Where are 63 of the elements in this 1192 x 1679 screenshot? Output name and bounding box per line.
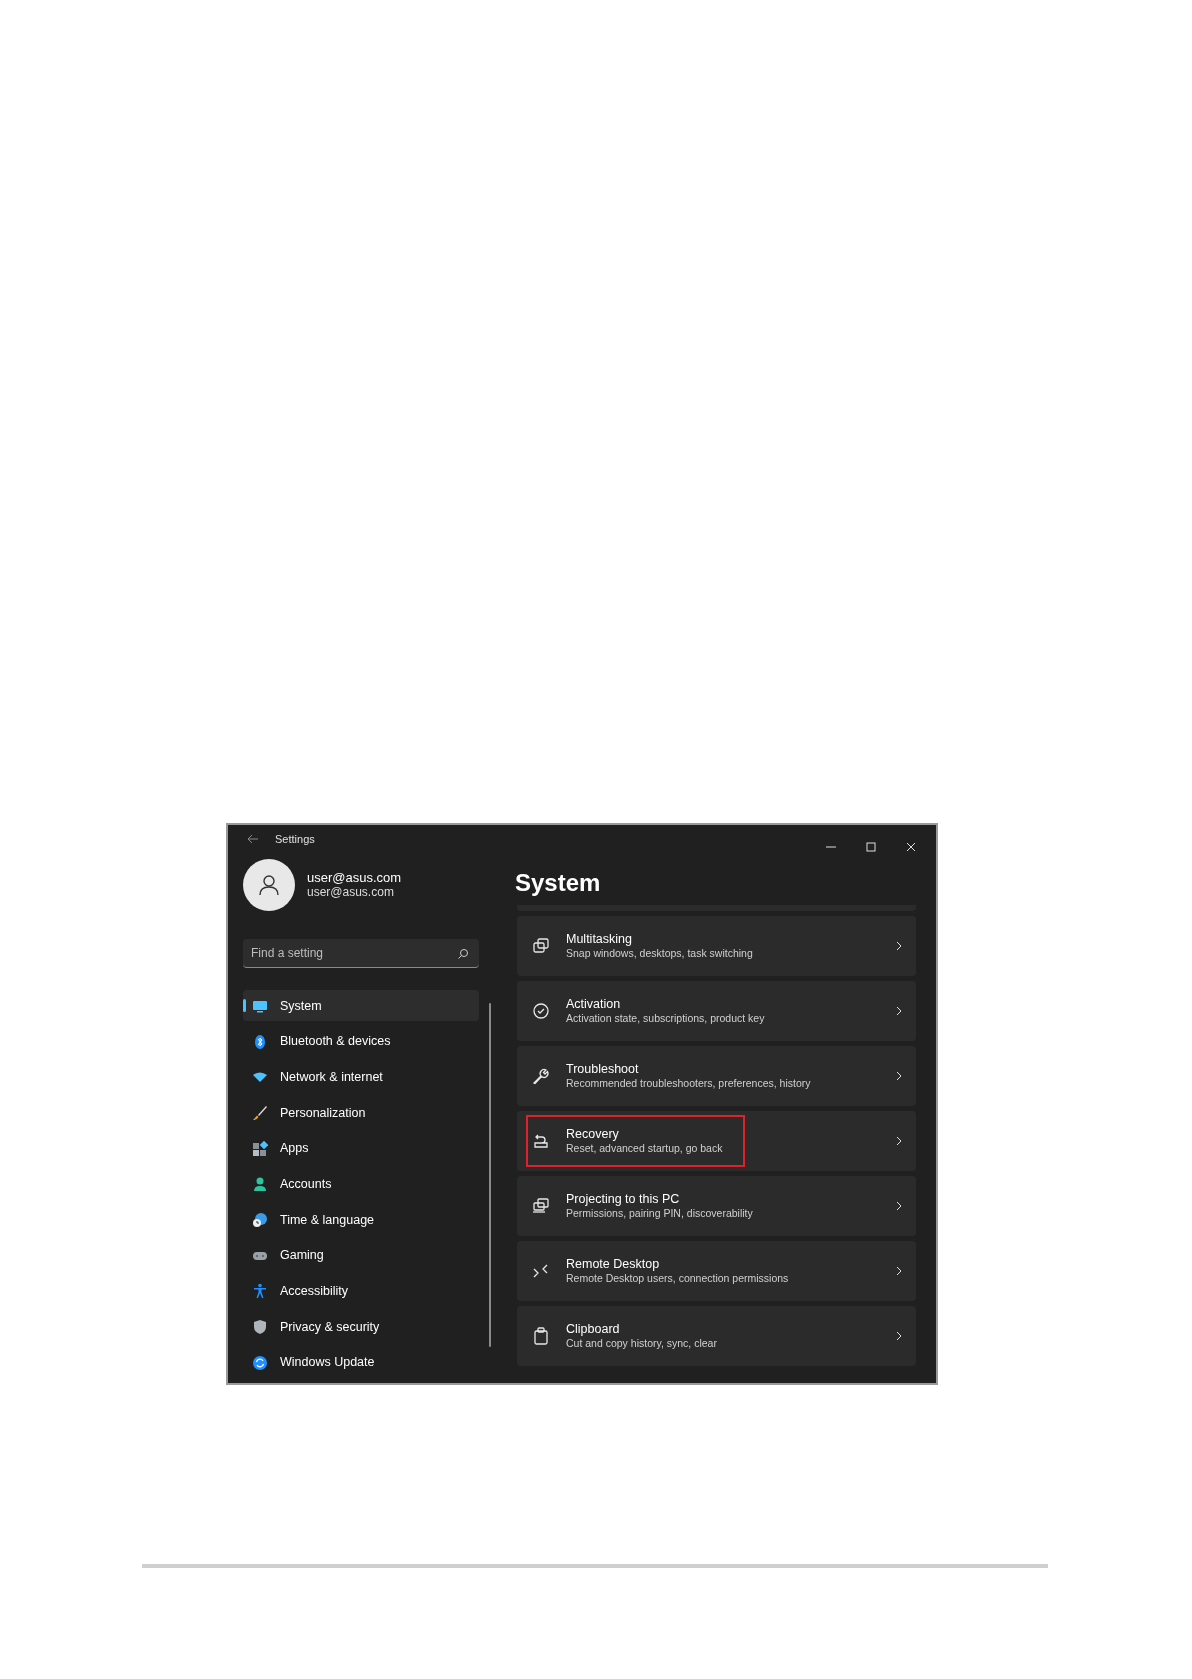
chevron-right-icon[interactable] bbox=[896, 1201, 902, 1211]
settings-card[interactable]: Remote Desktop Remote Desktop users, connection permissions bbox=[517, 1241, 916, 1301]
update-icon bbox=[252, 1354, 268, 1371]
card-title: Multitasking bbox=[566, 932, 633, 946]
card-title: Recovery bbox=[566, 1127, 620, 1141]
selection-indicator bbox=[243, 999, 246, 1013]
card-subtitle: Cut and copy history, sync, clear bbox=[566, 1336, 718, 1350]
settings-card[interactable]: Activation Activation state, subscriptions, product key bbox=[517, 981, 916, 1041]
card-subtitle: Activation state, subscriptions, product key bbox=[566, 1011, 766, 1025]
wrench-icon bbox=[531, 1066, 551, 1086]
search-field[interactable]: Find a setting bbox=[243, 939, 479, 969]
card-subtitle: Snap windows, desktops, task switching bbox=[566, 946, 754, 960]
card-subtitle: Reset, advanced startup, go back bbox=[566, 1141, 724, 1155]
nav-item[interactable]: Network & internet bbox=[243, 1061, 479, 1093]
avatar-icon bbox=[243, 859, 295, 912]
card-title: Clipboard bbox=[566, 1322, 621, 1336]
card-subtitle: Remote Desktop users, connection permissions bbox=[566, 1271, 790, 1285]
search-icon[interactable] bbox=[457, 948, 469, 961]
chevron-right-icon[interactable] bbox=[896, 1006, 902, 1016]
chevron-right-icon[interactable] bbox=[896, 941, 902, 951]
nav-item[interactable]: Privacy & security bbox=[243, 1311, 479, 1343]
nav-item[interactable]: Windows Update bbox=[243, 1347, 479, 1379]
chevron-right-icon[interactable] bbox=[896, 1266, 902, 1276]
nav-item[interactable]: Personalization bbox=[243, 1097, 479, 1129]
maximize-icon[interactable] bbox=[866, 842, 876, 852]
chevron-right-icon[interactable] bbox=[896, 1331, 902, 1341]
card-subtitle: Permissions, pairing PIN, discoverability bbox=[566, 1206, 754, 1220]
card-title: Activation bbox=[566, 997, 622, 1011]
chevron-right-icon[interactable] bbox=[896, 1136, 902, 1146]
nav-item[interactable]: Apps bbox=[243, 1133, 479, 1165]
shield-icon bbox=[252, 1319, 268, 1336]
nav-item[interactable]: System bbox=[243, 990, 479, 1022]
nav-item[interactable]: Bluetooth & devices bbox=[243, 1026, 479, 1058]
accessibility-icon bbox=[252, 1283, 268, 1300]
card-title: Remote Desktop bbox=[566, 1257, 661, 1271]
clipboard-icon bbox=[531, 1326, 551, 1346]
brush-icon bbox=[252, 1105, 268, 1121]
card-title: Projecting to this PC bbox=[566, 1192, 681, 1206]
nav-item[interactable]: Accessibility bbox=[243, 1275, 479, 1307]
window-title: Settings bbox=[275, 831, 315, 847]
nav-item[interactable]: Gaming bbox=[243, 1240, 479, 1272]
windows-icon bbox=[531, 936, 551, 956]
apps-icon bbox=[252, 1140, 268, 1157]
back-arrow-icon[interactable] bbox=[247, 834, 259, 845]
nav-item[interactable]: Time & language bbox=[243, 1204, 479, 1236]
close-icon[interactable] bbox=[906, 842, 916, 852]
account-name: user@asus.com bbox=[307, 871, 402, 886]
settings-card[interactable]: Clipboard Cut and copy history, sync, clear bbox=[517, 1306, 916, 1366]
card-title: Troubleshoot bbox=[566, 1062, 640, 1076]
account-email: user@asus.com bbox=[307, 885, 395, 900]
person-icon bbox=[252, 1176, 268, 1193]
projector-icon bbox=[531, 1196, 551, 1216]
check-circle-icon bbox=[531, 1001, 551, 1021]
card-subtitle: Recommended troubleshooters, preferences, history bbox=[566, 1076, 812, 1090]
globe-clock-icon bbox=[252, 1212, 268, 1229]
settings-card[interactable]: Troubleshoot Recommended troubleshooters, preferences, history bbox=[517, 1046, 916, 1106]
page-title: System bbox=[515, 869, 602, 897]
nav-item[interactable]: Accounts bbox=[243, 1168, 479, 1200]
bluetooth-icon bbox=[252, 1033, 268, 1050]
settings-card[interactable]: Recovery Reset, advanced startup, go back bbox=[517, 1111, 916, 1171]
chevron-right-icon[interactable] bbox=[896, 1071, 902, 1081]
settings-card[interactable]: Multitasking Snap windows, desktops, task switching bbox=[517, 916, 916, 976]
settings-card[interactable]: Projecting to this PC Permissions, pairing PIN, discoverability bbox=[517, 1176, 916, 1236]
